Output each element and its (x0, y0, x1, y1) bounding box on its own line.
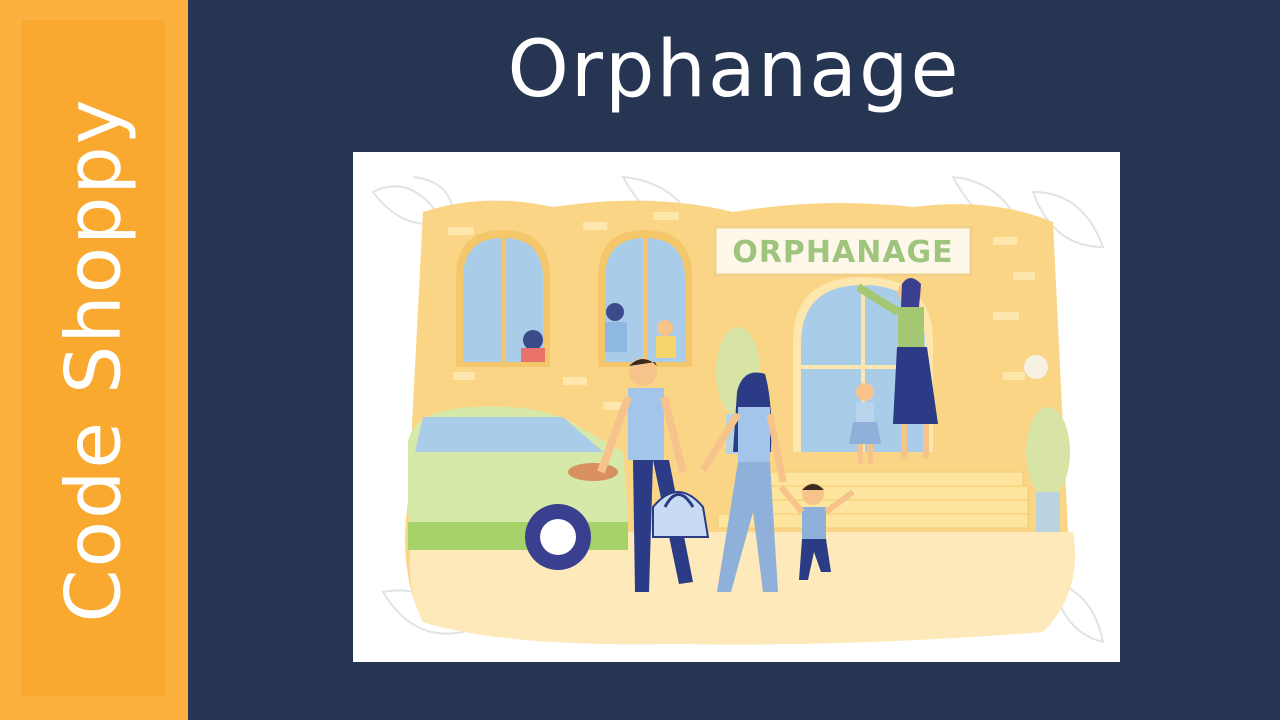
orphanage-scene-image: ORPHANAGE (371, 175, 1105, 645)
page-title: Orphanage (507, 25, 961, 115)
brand-logo-text: Code Shoppy (48, 97, 138, 623)
orphanage-illustration: ORPHANAGE (353, 152, 1120, 662)
window-left (456, 230, 550, 367)
orphanage-sign-text: ORPHANAGE (732, 235, 953, 270)
window-middle (598, 230, 692, 367)
brand-sidebar: Code Shoppy (0, 0, 188, 720)
